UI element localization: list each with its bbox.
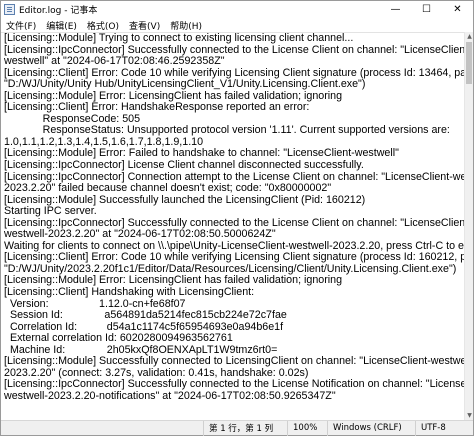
encoding: UTF-8	[415, 420, 473, 436]
text-line: [Licensing::IpcConnector] License Client…	[4, 159, 364, 172]
close-button[interactable]: ✕	[442, 1, 473, 18]
text-line: "D:/WJ/Unity/Unity Hub/UnityLicensingCli…	[4, 78, 366, 91]
text-line: westwell-2023.2.20-notifications" at "20…	[4, 389, 336, 402]
menu-help[interactable]: 帮助(H)	[165, 19, 207, 32]
text-line: [Licensing::Module] Trying to connect to…	[4, 32, 354, 44]
text-line: westwell" at "2024-06-17T02:08:46.259235…	[4, 55, 225, 68]
menu-file[interactable]: 文件(F)	[1, 19, 41, 32]
window-title: Editor.log - 记事本	[19, 6, 98, 16]
scroll-down-arrow-icon[interactable]: ▼	[465, 411, 474, 420]
text-editor[interactable]: [Licensing::Module] Trying to connect to…	[1, 32, 465, 421]
text-line: 2023.2.20" failed because channel doesn'…	[4, 182, 332, 195]
menu-bar: 文件(F) 编辑(E) 格式(O) 查看(V) 帮助(H)	[1, 18, 473, 32]
scrollbar-thumb[interactable]	[466, 42, 472, 84]
notepad-window: Editor.log - 记事本 — ☐ ✕ 文件(F) 编辑(E) 格式(O)…	[0, 0, 474, 436]
menu-format[interactable]: 格式(O)	[82, 19, 124, 32]
text-line: [Licensing::Client] Handshaking with Lic…	[4, 286, 255, 299]
menu-edit[interactable]: 编辑(E)	[41, 19, 82, 32]
notepad-icon	[4, 4, 15, 15]
text-line: Session Id: a564891da5214fec815cb224e72c…	[4, 309, 287, 322]
line-ending: Windows (CRLF)	[327, 420, 415, 436]
maximize-button[interactable]: ☐	[411, 1, 442, 18]
title-bar[interactable]: Editor.log - 记事本 — ☐ ✕	[1, 1, 473, 18]
menu-view[interactable]: 查看(V)	[124, 19, 165, 32]
window-controls: — ☐ ✕	[380, 1, 473, 18]
minimize-button[interactable]: —	[380, 1, 411, 18]
scroll-up-arrow-icon[interactable]: ▲	[465, 32, 474, 41]
cursor-position: 第 1 行，第 1 列	[203, 420, 287, 436]
vertical-scrollbar[interactable]: ▲ ▼	[464, 32, 473, 420]
status-bar: 第 1 行，第 1 列 100% Windows (CRLF) UTF-8	[1, 420, 473, 436]
zoom-level: 100%	[287, 420, 327, 436]
